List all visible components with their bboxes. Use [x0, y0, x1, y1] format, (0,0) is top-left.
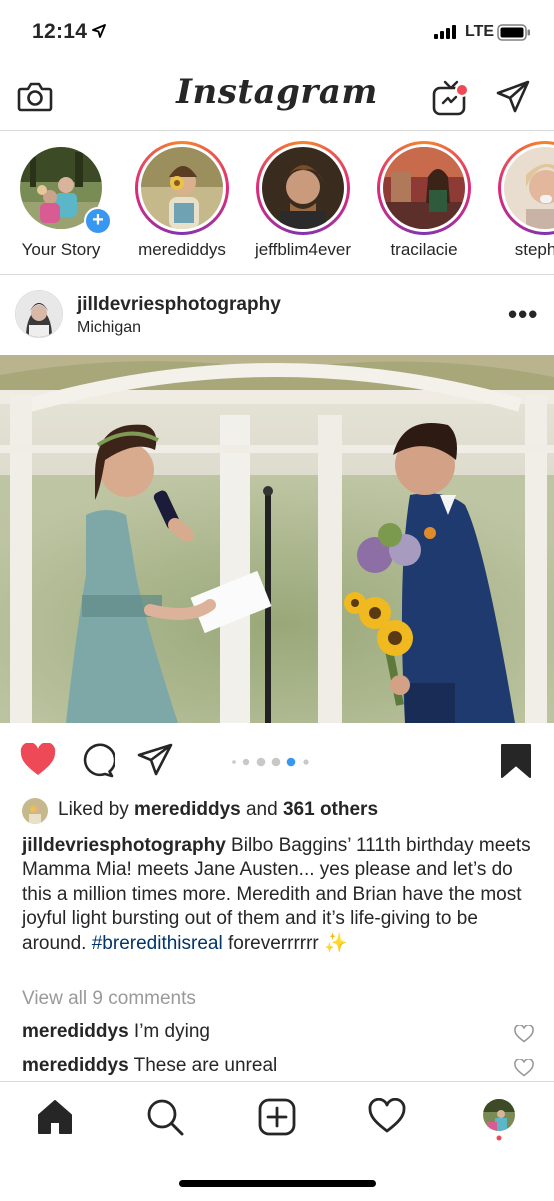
post-author-username[interactable]: jilldevriesphotography: [77, 294, 281, 316]
story-stephan[interactable]: stephan: [490, 141, 554, 260]
post-header: jilldevriesphotography Michigan •••: [0, 275, 554, 355]
status-time: 12:14: [32, 20, 88, 43]
post-actions: [0, 723, 554, 795]
home-indicator: [179, 1180, 376, 1187]
igtv-icon[interactable]: [431, 78, 471, 123]
liker-avatar: [22, 798, 48, 824]
top-nav-bar: Instagram: [0, 66, 554, 131]
post-location[interactable]: Michigan: [77, 319, 141, 337]
story-label: jeffblim4ever: [254, 240, 352, 259]
signal-icon: [434, 25, 456, 44]
story-label: Your Story: [21, 240, 101, 259]
post-photo[interactable]: [0, 355, 554, 723]
like-heart-icon[interactable]: [20, 742, 56, 782]
story-your-story[interactable]: + Your Story: [6, 141, 116, 260]
post-caption: jilldevriesphotography Bilbo Baggins’ 11…: [22, 834, 537, 956]
caption-end: foreverrrrrr ✨: [222, 932, 348, 954]
add-post-icon[interactable]: [258, 1098, 296, 1141]
battery-icon: [497, 24, 531, 46]
story-avatar: [383, 147, 465, 229]
caption-username[interactable]: jilldevriesphotography: [22, 835, 226, 856]
comment-like-heart-icon[interactable]: [514, 1024, 534, 1048]
direct-message-icon[interactable]: [495, 79, 531, 120]
likes-user[interactable]: merediddys: [134, 799, 241, 820]
story-label: stephan: [514, 240, 554, 259]
likes-count[interactable]: 361 others: [283, 799, 378, 820]
comment-like-heart-icon[interactable]: [514, 1058, 534, 1082]
status-bar: 12:14 LTE: [0, 0, 554, 66]
story-label: merediddys: [138, 240, 226, 259]
activity-heart-icon[interactable]: [368, 1097, 406, 1139]
stories-tray: + Your Story merediddys jeffblim4ever tr…: [0, 131, 554, 275]
search-icon[interactable]: [146, 1098, 184, 1141]
share-icon[interactable]: [137, 742, 173, 783]
more-options-icon[interactable]: •••: [508, 299, 538, 330]
story-avatar: [141, 147, 223, 229]
story-label: tracilacie: [390, 240, 458, 259]
add-story-plus-icon[interactable]: +: [84, 207, 112, 235]
comment-row: merediddys These are unreal: [22, 1055, 277, 1077]
location-arrow-icon: [92, 24, 106, 43]
story-tracilacie[interactable]: tracilacie: [369, 141, 479, 260]
network-type: LTE: [465, 23, 495, 40]
bookmark-icon[interactable]: [500, 743, 532, 784]
story-merediddys[interactable]: merediddys: [127, 141, 237, 260]
post-author-avatar[interactable]: [15, 290, 63, 338]
comment-user[interactable]: merediddys: [22, 1021, 129, 1042]
caption-hashtag[interactable]: #breredithisreal: [92, 933, 223, 954]
comment-icon[interactable]: [79, 743, 117, 784]
home-icon[interactable]: [36, 1098, 74, 1141]
comment-text: I’m dying: [128, 1021, 210, 1042]
story-avatar: [262, 147, 344, 229]
view-all-comments-link[interactable]: View all 9 comments: [22, 988, 196, 1010]
carousel-indicator: [231, 755, 311, 773]
likes-text: Liked by merediddys and 361 others: [58, 799, 378, 821]
story-jeffblim4ever[interactable]: jeffblim4ever: [248, 141, 358, 260]
likes-prefix: Liked by: [58, 799, 135, 820]
comment-row: merediddys I’m dying: [22, 1021, 210, 1043]
comment-user[interactable]: merediddys: [22, 1055, 129, 1076]
comment-text: These are unreal: [128, 1055, 278, 1076]
profile-icon[interactable]: [481, 1098, 517, 1147]
likes-and: and: [240, 799, 283, 820]
